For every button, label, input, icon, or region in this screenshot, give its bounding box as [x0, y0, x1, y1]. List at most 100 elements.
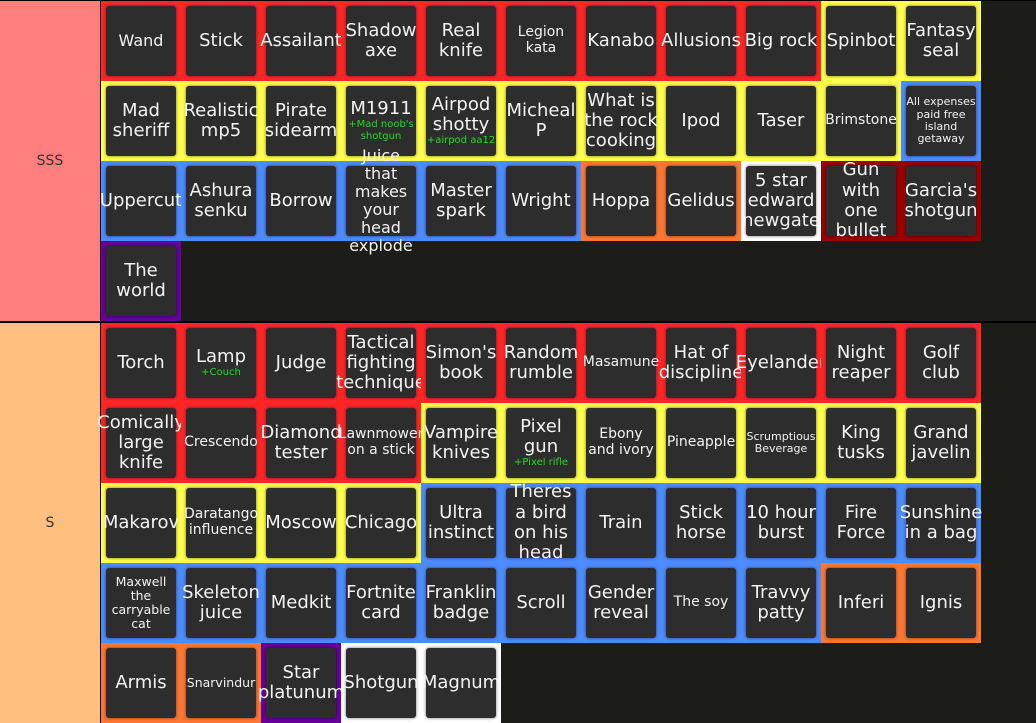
tier-item[interactable]: Hat of discipline: [659, 323, 743, 403]
item-tile: Assailant: [260, 6, 342, 76]
tier-item[interactable]: Assailant: [260, 1, 342, 81]
item-name: Airpod shotty: [431, 93, 491, 135]
tier-item[interactable]: Snarvindur: [181, 643, 261, 723]
tier-item[interactable]: Scrumptious Beverage: [741, 403, 821, 483]
tier-item[interactable]: Fantasy seal: [901, 1, 981, 81]
tier-item[interactable]: Franklin badge: [421, 563, 501, 643]
tier-items: Torch Lamp +Couch Judge Tactical fighting tech…: [97, 323, 982, 723]
tier-item[interactable]: Golf club: [901, 323, 981, 403]
tier-item[interactable]: 5 star edward newgate: [741, 161, 821, 241]
tier-item[interactable]: Comically large knife: [97, 403, 185, 483]
tier-item[interactable]: Night reaper: [821, 323, 901, 403]
item-tile: Scroll: [506, 568, 576, 638]
tier-item[interactable]: Wright: [501, 161, 581, 241]
tier-item[interactable]: Micheal P: [501, 81, 581, 161]
item-name: Ashura senku: [189, 179, 253, 221]
tier-item[interactable]: Lamp +Couch: [181, 323, 261, 403]
tier-item[interactable]: Star platunum: [258, 643, 344, 723]
tier-item[interactable]: Crescendo: [181, 403, 261, 483]
tier-item[interactable]: Lawnmower on a stick: [339, 403, 423, 483]
tier-item[interactable]: Train: [581, 483, 661, 563]
tier-item[interactable]: Borrow: [261, 161, 341, 241]
tier-item[interactable]: Gun with one bullet: [821, 160, 901, 241]
tier-item[interactable]: Magnum: [421, 643, 501, 723]
tier-item[interactable]: Shotgun: [341, 643, 421, 723]
tier-item[interactable]: Simon's book: [421, 323, 501, 403]
tier-item[interactable]: Ultra instinct: [421, 483, 501, 563]
tier-item[interactable]: All expenses paid free island getaway: [901, 81, 981, 161]
tier-item[interactable]: Stick horse: [661, 483, 741, 563]
tier-item[interactable]: Tactical fighting technique: [336, 323, 426, 403]
tier-item[interactable]: Ignis: [901, 563, 981, 643]
item-name: Assailant: [260, 29, 342, 51]
tier-item[interactable]: Eyelander: [736, 323, 826, 403]
item-name: Night reaper: [831, 341, 891, 383]
tier-item[interactable]: Uppercut: [100, 161, 182, 241]
tier-item[interactable]: Torch: [101, 323, 181, 403]
tier-item[interactable]: Ebony and ivory: [581, 403, 661, 483]
tier-item[interactable]: Skeleton juice: [181, 563, 261, 643]
tier-item[interactable]: Airpod shotty +airpod aa12: [421, 81, 501, 161]
tier-item[interactable]: Pixel gun +Pixel rifle: [501, 403, 581, 483]
item-tile: Realistic mp5: [183, 86, 259, 156]
item-tile: Grand javelin: [906, 408, 976, 478]
tier-item[interactable]: Real knife: [421, 1, 501, 81]
tier-item[interactable]: Makarov: [101, 483, 181, 563]
item-tile: Star platunum: [258, 648, 344, 718]
tier-item[interactable]: Spinbot: [821, 1, 901, 81]
item-tile: Mad sheriff: [106, 86, 176, 156]
tier-item[interactable]: Juice that makes your head explode: [341, 146, 421, 255]
tier-item[interactable]: Wand: [101, 1, 181, 81]
tier-item[interactable]: Grand javelin: [901, 403, 981, 483]
tier-item[interactable]: Armis: [101, 643, 181, 723]
tier-item[interactable]: Daratango influence: [181, 483, 261, 563]
item-tile: Kanabo: [586, 6, 656, 76]
tier-item[interactable]: Pineapple: [661, 403, 741, 483]
tier-item[interactable]: Master spark: [421, 161, 501, 241]
tier-item[interactable]: Allusions: [661, 1, 741, 81]
tier-item[interactable]: 10 hour burst: [741, 483, 821, 563]
tier-item[interactable]: Vampire knives: [421, 403, 501, 483]
item-name: Fortnite card: [346, 581, 416, 623]
tier-item[interactable]: Kanabo: [581, 1, 661, 81]
tier-item[interactable]: Legion kata: [501, 1, 581, 81]
item-tile: All expenses paid free island getaway: [906, 86, 976, 156]
tier-item[interactable]: Big rock: [741, 1, 821, 81]
tier-item[interactable]: King tusks: [821, 403, 901, 483]
tier-item[interactable]: Ashura senku: [181, 161, 261, 241]
tier-item[interactable]: Brimstone: [821, 81, 901, 161]
tier-item[interactable]: Diamond tester: [260, 403, 342, 483]
tier-item[interactable]: Gender reveal: [581, 563, 661, 643]
tier-item[interactable]: Medkit: [261, 563, 341, 643]
tier-item[interactable]: Travvy patty: [741, 563, 821, 643]
tier-item[interactable]: Mad sheriff: [101, 81, 181, 161]
tier-item[interactable]: Judge: [261, 323, 341, 403]
tier-item[interactable]: Maxwell the carryable cat: [101, 563, 181, 643]
tier-item[interactable]: Ipod: [661, 81, 741, 161]
tier-item[interactable]: Scroll: [501, 563, 581, 643]
tier-item[interactable]: Chicago: [341, 483, 421, 563]
tier-item[interactable]: Stick: [181, 1, 261, 81]
tier-item[interactable]: Shadow axe: [341, 1, 421, 81]
tier-item[interactable]: Moscow: [261, 483, 341, 563]
tier-item[interactable]: Taser: [741, 81, 821, 161]
tier-label[interactable]: S: [0, 323, 101, 723]
tier-item[interactable]: Sunshine in a bag: [900, 483, 982, 563]
tier-item[interactable]: Fortnite card: [341, 563, 421, 643]
tier-item[interactable]: The world: [101, 241, 181, 321]
tier-item[interactable]: Fire Force: [821, 483, 901, 563]
tier-item[interactable]: Realistic mp5: [181, 81, 261, 161]
tier-item[interactable]: Garcia's shotgun: [901, 161, 981, 241]
tier-label[interactable]: SSS: [0, 1, 101, 321]
tier-item[interactable]: Random rumble: [501, 323, 581, 403]
tier-row-s: S Torch Lamp +Couch Judge Tactical fighting te…: [0, 323, 1036, 723]
tier-item[interactable]: Hoppa: [581, 161, 661, 241]
item-tile: Fortnite card: [346, 568, 416, 638]
tier-item[interactable]: The soy: [661, 563, 741, 643]
tier-item[interactable]: Masamune: [581, 323, 661, 403]
tier-item[interactable]: What is the rock cooking: [581, 81, 661, 161]
tier-item[interactable]: Inferi: [821, 563, 901, 643]
tier-item[interactable]: Pirate sidearm: [261, 81, 341, 161]
tier-item[interactable]: Gelidus: [661, 161, 741, 241]
tier-item[interactable]: Theres a bird on his head: [501, 482, 581, 563]
